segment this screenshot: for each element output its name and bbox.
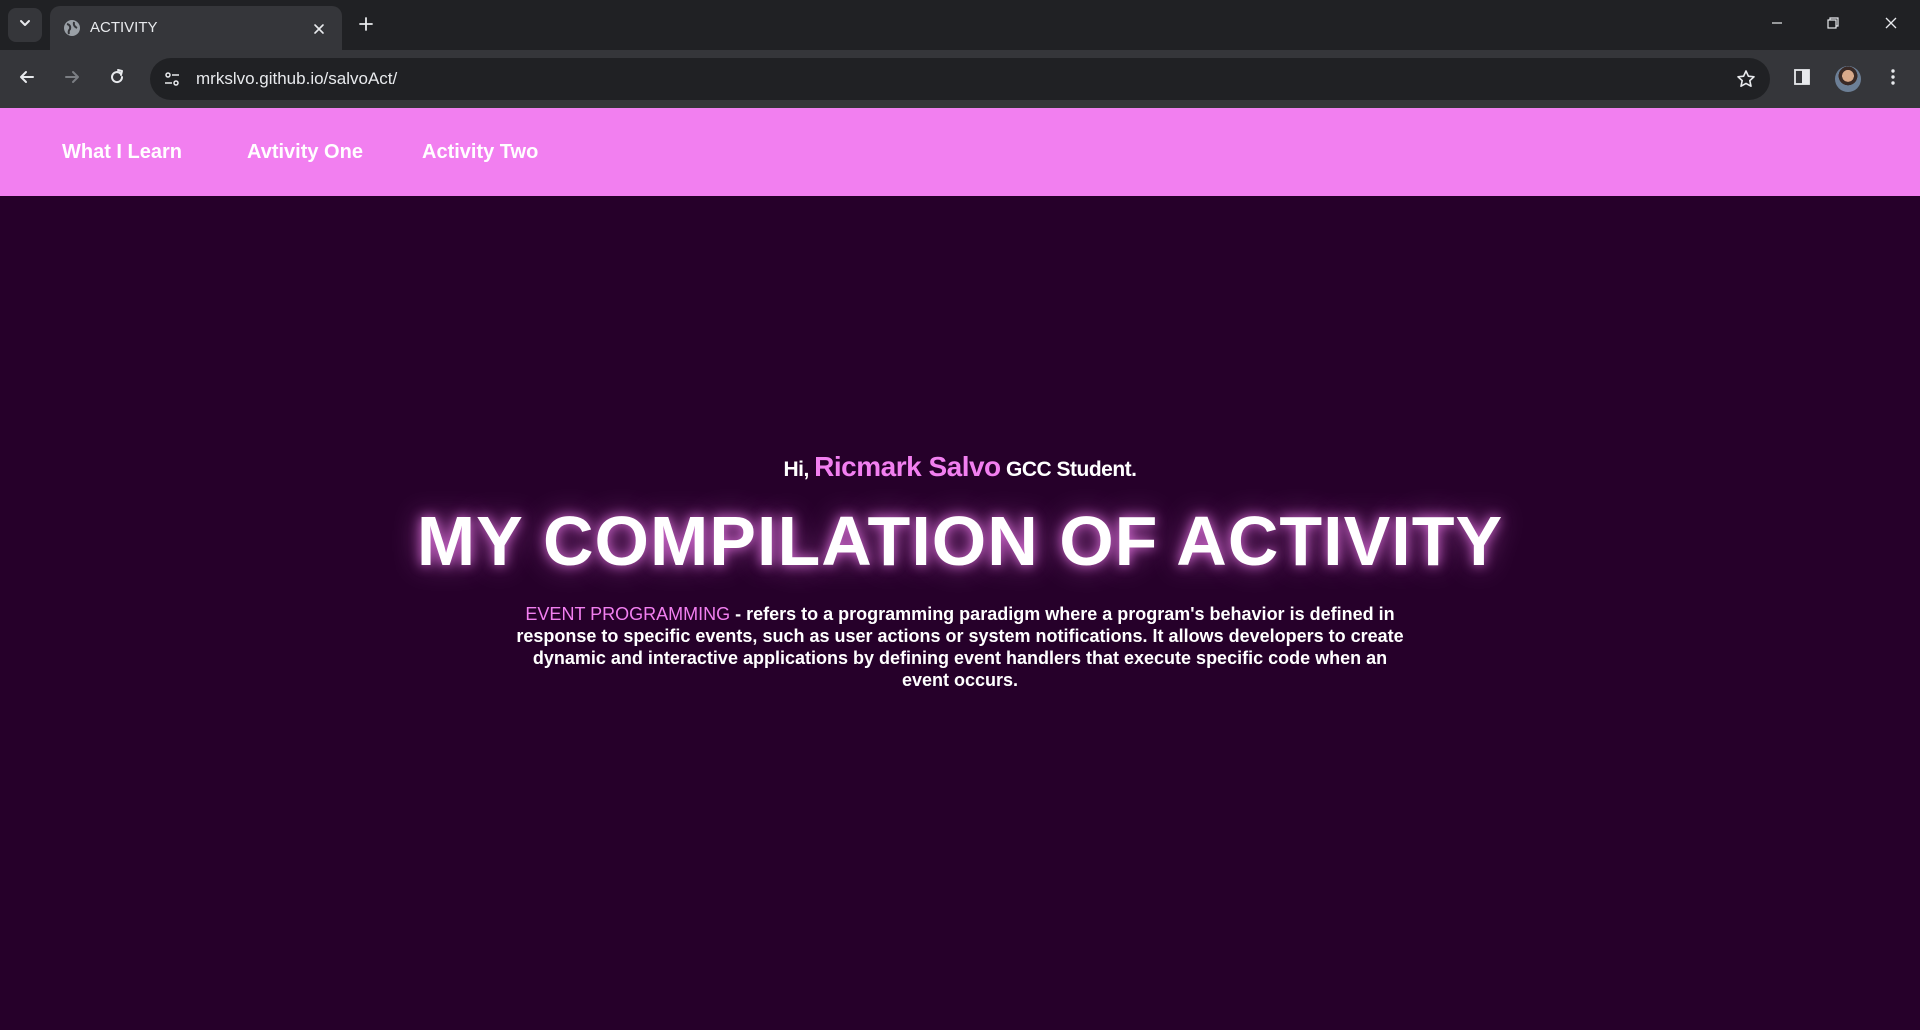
- reload-button[interactable]: [100, 62, 134, 96]
- description: EVENT PROGRAMMING - refers to a programm…: [510, 603, 1410, 691]
- site-navbar: What I Learn Avtivity One Activity Two: [0, 108, 1920, 196]
- arrow-right-icon: [63, 68, 81, 91]
- close-window-button[interactable]: [1868, 8, 1914, 42]
- more-vert-icon: [1884, 68, 1902, 91]
- arrow-left-icon: [18, 68, 36, 91]
- nav-link-activity-one[interactable]: Avtivity One: [247, 139, 363, 165]
- chevron-down-icon: [18, 16, 32, 35]
- reload-icon: [108, 68, 126, 91]
- nav-link-activity-two[interactable]: Activity Two: [422, 139, 538, 165]
- close-tab-icon[interactable]: [308, 18, 330, 40]
- hero-section: Hi, Ricmark Salvo GCC Student. MY COMPIL…: [0, 450, 1920, 691]
- student-name: Ricmark Salvo: [814, 451, 1001, 482]
- globe-icon: [62, 18, 82, 38]
- minimize-icon: [1770, 16, 1784, 35]
- greeting-suffix: GCC Student.: [1006, 458, 1137, 481]
- avatar: [1835, 66, 1861, 92]
- address-bar[interactable]: mrkslvo.github.io/salvoAct/: [150, 58, 1770, 100]
- web-page: What I Learn Avtivity One Activity Two H…: [0, 108, 1920, 1030]
- browser-tabstrip: ACTIVITY: [0, 0, 1920, 50]
- new-tab-button[interactable]: [352, 12, 380, 40]
- forward-button[interactable]: [55, 62, 89, 96]
- description-term: EVENT PROGRAMMING: [525, 604, 731, 624]
- tab-title: ACTIVITY: [90, 19, 158, 36]
- site-info-icon[interactable]: [160, 67, 184, 91]
- browser-menu-button[interactable]: [1876, 62, 1910, 96]
- plus-icon: [358, 16, 374, 37]
- tab-search-button[interactable]: [8, 8, 42, 42]
- url-text[interactable]: mrkslvo.github.io/salvoAct/: [196, 68, 397, 90]
- restore-icon: [1826, 16, 1840, 35]
- back-button[interactable]: [10, 62, 44, 96]
- profile-button[interactable]: [1831, 62, 1865, 96]
- browser-toolbar: mrkslvo.github.io/salvoAct/: [0, 50, 1920, 108]
- bookmark-star-icon[interactable]: [1734, 67, 1758, 91]
- close-icon: [1884, 16, 1898, 35]
- side-panel-button[interactable]: [1785, 62, 1819, 96]
- restore-button[interactable]: [1810, 8, 1856, 42]
- minimize-button[interactable]: [1754, 8, 1800, 42]
- greeting-prefix: Hi,: [783, 458, 809, 481]
- greeting: Hi, Ricmark Salvo GCC Student.: [0, 450, 1920, 487]
- side-panel-icon: [1793, 68, 1811, 91]
- page-title: MY COMPILATION OF ACTIVITY: [416, 502, 1504, 580]
- browser-tab[interactable]: ACTIVITY: [50, 6, 342, 50]
- nav-link-what-i-learn[interactable]: What I Learn: [62, 139, 182, 165]
